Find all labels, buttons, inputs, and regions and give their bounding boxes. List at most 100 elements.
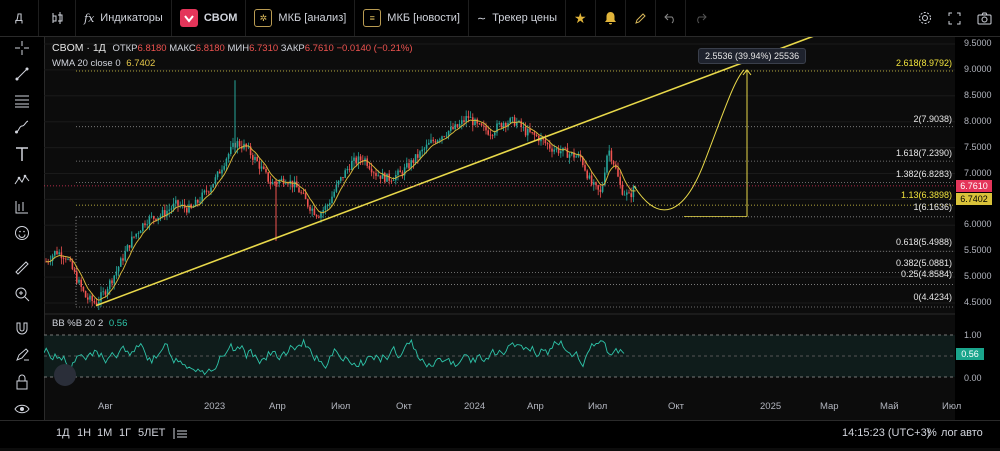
fib-tool[interactable] bbox=[0, 90, 44, 117]
mkb-news-button[interactable]: ≡ МКБ [новости] bbox=[355, 0, 469, 36]
candle-body bbox=[280, 178, 283, 181]
candle-body bbox=[133, 236, 135, 238]
undo-button[interactable] bbox=[656, 0, 686, 36]
last-price-value: 6.7610 bbox=[960, 181, 988, 191]
forecast-tool[interactable] bbox=[0, 196, 44, 223]
range-1d[interactable]: 1Д bbox=[56, 427, 70, 439]
candle-body bbox=[549, 144, 551, 149]
range-1y[interactable]: 1Г bbox=[119, 427, 131, 439]
candle-body bbox=[302, 192, 305, 194]
redo-icon bbox=[694, 12, 707, 24]
candle-body bbox=[359, 156, 362, 161]
brush-tool[interactable] bbox=[0, 117, 44, 144]
candle-body bbox=[205, 190, 208, 192]
trend-line-tool[interactable] bbox=[0, 64, 44, 91]
candle-body bbox=[597, 185, 599, 190]
candle-body bbox=[298, 187, 300, 193]
pattern-tool[interactable] bbox=[0, 170, 44, 197]
settings-button[interactable] bbox=[910, 0, 940, 36]
candle-body bbox=[219, 171, 221, 174]
candle-body bbox=[135, 233, 137, 237]
fib-label: 0.25(4.8584) bbox=[900, 269, 952, 279]
projection-curve bbox=[633, 69, 745, 211]
close-label: ЗАКР bbox=[280, 43, 305, 54]
candle-body bbox=[535, 134, 538, 136]
candle-body bbox=[467, 116, 470, 118]
fullscreen-button[interactable] bbox=[940, 0, 969, 36]
alert-button[interactable] bbox=[596, 0, 626, 36]
candle-body bbox=[274, 182, 276, 184]
candle-body bbox=[120, 258, 122, 267]
pencil-icon bbox=[634, 12, 647, 25]
emoji-tool[interactable] bbox=[0, 223, 44, 250]
time-axis[interactable]: Авг 2023 Апр Июл Окт 2024 Апр Июл Окт 2025 Мар Май И… bbox=[44, 401, 961, 415]
candle-body bbox=[348, 168, 351, 170]
measure-value: 2.5536 (39.94%) 25536 bbox=[705, 51, 800, 61]
ruler-tool[interactable] bbox=[0, 257, 44, 284]
candle-body bbox=[584, 165, 586, 171]
magnet-tool[interactable] bbox=[0, 318, 44, 345]
candle-body bbox=[628, 192, 630, 194]
indicators-button[interactable]: fx Индикаторы bbox=[76, 0, 172, 36]
candle-body bbox=[232, 142, 234, 147]
text-tool[interactable] bbox=[0, 143, 44, 170]
lock-draw-tool[interactable] bbox=[0, 345, 44, 372]
candle-body bbox=[113, 275, 115, 284]
auto-toggle[interactable]: авто bbox=[960, 427, 983, 439]
price-tick: 5.5000 bbox=[964, 245, 992, 255]
log-toggle[interactable]: лог bbox=[941, 427, 958, 439]
price-chart[interactable] bbox=[43, 27, 955, 420]
symbol-button[interactable]: CBOM bbox=[172, 0, 247, 36]
candle-body bbox=[84, 291, 87, 298]
candle-body bbox=[452, 126, 454, 130]
redo-button[interactable] bbox=[686, 0, 715, 36]
candle-body bbox=[168, 209, 170, 211]
range-1w[interactable]: 1Н bbox=[77, 427, 91, 439]
time-tick: Июл bbox=[942, 401, 962, 412]
candle-body bbox=[76, 271, 78, 283]
open-label: ОТКР bbox=[112, 43, 138, 54]
candle-body bbox=[355, 157, 357, 164]
percent-toggle[interactable]: % bbox=[927, 427, 937, 439]
candle-body bbox=[432, 139, 434, 142]
price-tracker-button[interactable]: ∼ Трекер цены bbox=[469, 0, 567, 36]
candle-body bbox=[531, 132, 533, 133]
candle-body bbox=[588, 175, 591, 179]
clock[interactable]: 14:15:23 (UTC+3) bbox=[842, 427, 930, 439]
candle-body bbox=[80, 279, 82, 287]
range-1m[interactable]: 1М bbox=[97, 427, 112, 439]
goto-date-button[interactable] bbox=[172, 426, 188, 443]
price-tick: 7.5000 bbox=[964, 142, 992, 152]
zoom-tool[interactable] bbox=[0, 284, 44, 311]
candle-body bbox=[87, 297, 89, 300]
drawing-button[interactable] bbox=[626, 0, 656, 36]
chart-area[interactable] bbox=[43, 27, 955, 420]
crosshair-tool[interactable] bbox=[0, 37, 44, 64]
time-tick: Окт bbox=[396, 401, 413, 412]
lock-tool[interactable] bbox=[0, 371, 44, 398]
symbol-search-button[interactable]: Д bbox=[0, 0, 39, 36]
price-tick: 4.5000 bbox=[964, 297, 992, 307]
candle-body bbox=[203, 190, 206, 193]
compare-button[interactable] bbox=[39, 0, 76, 36]
candle-body bbox=[137, 233, 140, 234]
candle-body bbox=[606, 155, 608, 173]
time-tick: 2024 bbox=[464, 401, 486, 412]
candle-body bbox=[67, 258, 69, 260]
candle-body bbox=[320, 212, 322, 218]
candle-body bbox=[122, 258, 124, 261]
osc-current-value: 0.56 bbox=[961, 349, 979, 359]
candle-body bbox=[263, 166, 265, 169]
fib-label: 0.382(5.0881) bbox=[895, 258, 952, 268]
eye-icon bbox=[14, 402, 30, 420]
favorite-button[interactable]: ★ bbox=[566, 0, 596, 36]
lock-icon bbox=[15, 374, 29, 395]
mkb-analysis-button[interactable]: ✲ МКБ [анализ] bbox=[246, 0, 356, 36]
fib-label: 0(4.4234) bbox=[913, 292, 952, 302]
screenshot-button[interactable] bbox=[969, 0, 1000, 36]
indicators-label: Индикаторы bbox=[100, 12, 163, 24]
candle-body bbox=[333, 191, 335, 197]
range-5y[interactable]: 5ЛЕТ bbox=[138, 427, 165, 439]
candle-body bbox=[144, 223, 146, 226]
candle-body bbox=[370, 168, 373, 173]
